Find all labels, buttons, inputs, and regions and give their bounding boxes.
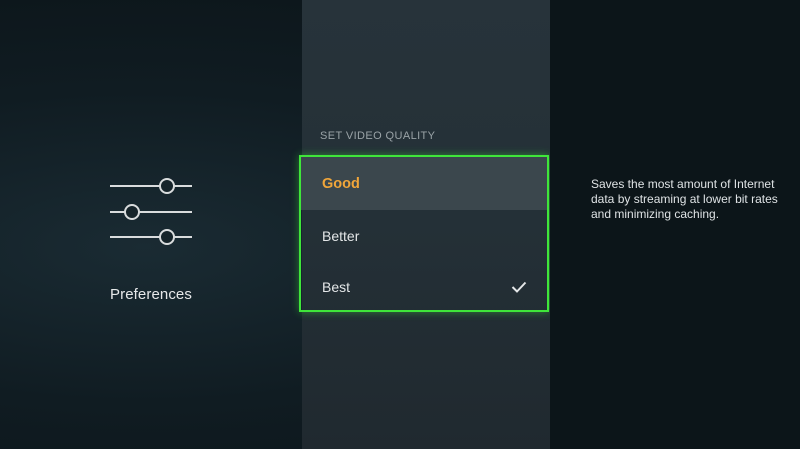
option-better[interactable]: Better bbox=[301, 210, 547, 261]
fire-tv-settings-screen: Preferences SET VIDEO QUALITY Good Bette… bbox=[0, 0, 800, 449]
video-quality-heading: SET VIDEO QUALITY bbox=[320, 130, 436, 142]
option-good[interactable]: Good bbox=[301, 157, 547, 210]
option-best[interactable]: Best bbox=[301, 261, 547, 310]
checkmark-icon bbox=[511, 281, 527, 293]
preferences-label: Preferences bbox=[110, 286, 192, 303]
preferences-panel: Preferences bbox=[0, 0, 302, 449]
option-label: Good bbox=[322, 175, 360, 192]
option-label: Better bbox=[322, 227, 360, 244]
description-panel bbox=[550, 0, 800, 449]
option-label: Best bbox=[322, 278, 351, 295]
video-quality-options: Good Better Best bbox=[299, 155, 549, 312]
option-description: Saves the most amount of Internet data b… bbox=[591, 177, 778, 221]
sliders-icon bbox=[110, 178, 192, 245]
